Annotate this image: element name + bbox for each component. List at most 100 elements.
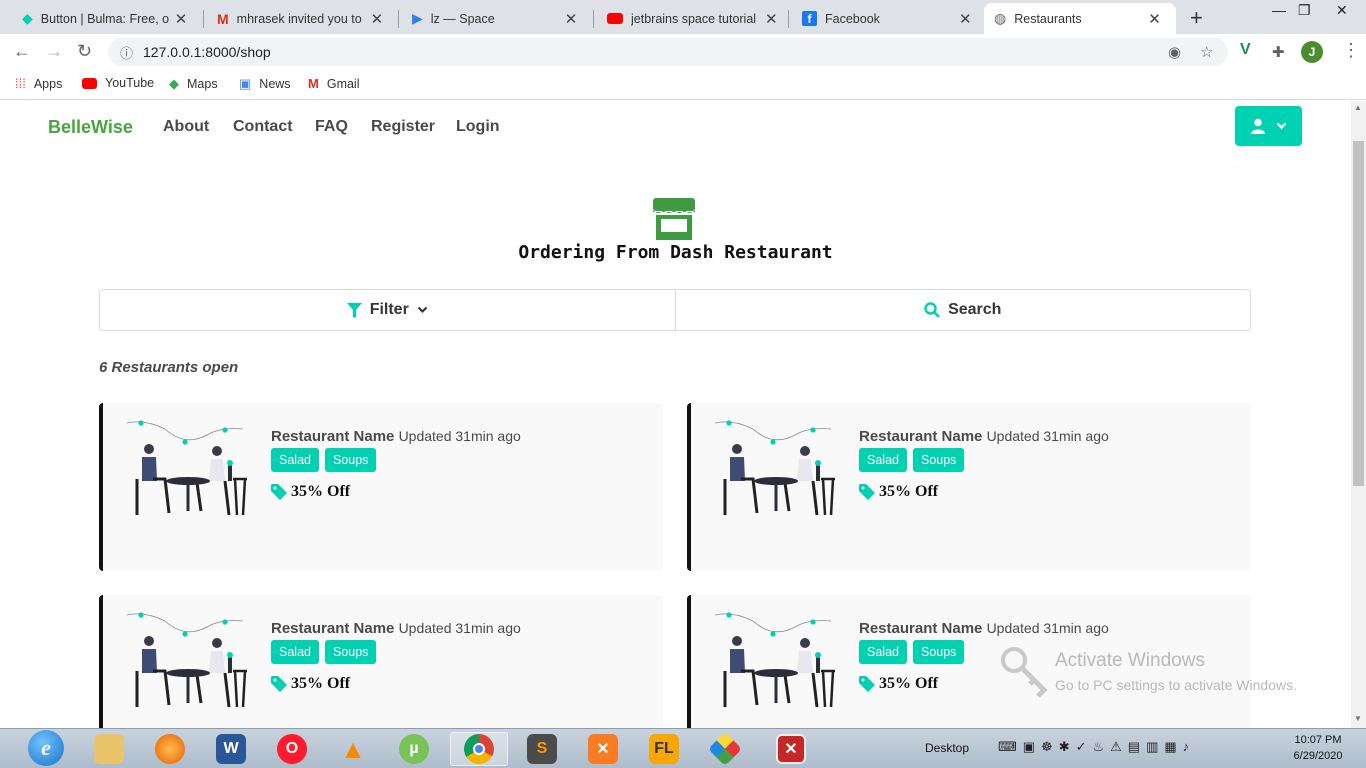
vue-devtools-extension-icon[interactable]: V (1240, 41, 1251, 59)
bookmark-label: Apps (33, 76, 63, 91)
browser-tab-gmail[interactable]: M mhrasek invited you to jo ✕ (207, 3, 393, 34)
news-icon: ▣ (239, 76, 252, 91)
restaurant-card[interactable]: Restaurant Name Updated 31min ago Salad … (99, 403, 663, 571)
close-icon[interactable]: ✕ (565, 10, 578, 28)
close-icon[interactable]: ✕ (175, 10, 188, 28)
scroll-down-arrow-icon[interactable]: ▼ (1354, 714, 1362, 723)
discount-badge: 35% Off (859, 675, 938, 693)
address-bar[interactable]: ⓘ 127.0.0.1:8000/shop (108, 38, 1228, 66)
filter-search-bar: Filter Search (99, 289, 1251, 331)
taskbar-opera[interactable]: O (263, 732, 321, 766)
nav-link-faq[interactable]: FAQ (315, 118, 348, 136)
restaurant-name[interactable]: Restaurant Name (859, 428, 982, 445)
system-tray[interactable]: ⌨▣☸✱✓♨⚠▤▥▦♪ (998, 739, 1195, 755)
page-scrollbar[interactable]: ▲ ▼ (1351, 101, 1366, 728)
clock-date[interactable]: 6/29/2020 (1287, 750, 1349, 762)
user-menu-button[interactable] (1235, 106, 1302, 146)
address-toolbar: ← → ↻ ⓘ 127.0.0.1:8000/shop ◉ ☆ V ✚ J ⋮ (0, 34, 1366, 70)
nav-link-register[interactable]: Register (371, 118, 435, 136)
maps-icon: ◆ (169, 76, 179, 91)
browser-tab-space[interactable]: ▶ lz — Space ✕ (402, 3, 587, 34)
desktop-toolbar-label[interactable]: Desktop (925, 741, 969, 755)
browser-tab-bulma[interactable]: ◆ Button | Bulma: Free, ope ✕ (12, 3, 197, 34)
taskbar-chrome[interactable] (450, 732, 508, 766)
windows-taskbar: e W O ▲ µ S ✕ FL ✕ Desktop ⌨▣☸✱✓♨⚠▤▥▦♪ 1… (0, 728, 1366, 768)
site-info-icon[interactable]: ⓘ (120, 43, 133, 62)
bookmark-youtube[interactable]: YouTube (82, 76, 154, 90)
brand-logo[interactable]: BelleWise (48, 117, 133, 138)
profile-avatar[interactable]: J (1301, 41, 1323, 63)
restaurant-name[interactable]: Restaurant Name (271, 428, 394, 445)
chrome-icon (464, 734, 494, 764)
maximize-button[interactable]: ❐ (1298, 2, 1311, 19)
taskbar-utorrent[interactable]: µ (385, 732, 443, 766)
nav-link-login[interactable]: Login (456, 118, 500, 136)
close-icon[interactable]: ✕ (765, 10, 778, 28)
internet-explorer-icon[interactable]: e (28, 730, 64, 766)
tag-soups[interactable]: Soups (324, 640, 377, 664)
taskbar-fl-studio[interactable]: FL (635, 732, 693, 766)
cuisine-tags: Salad Soups (271, 448, 377, 472)
restaurant-card[interactable]: Restaurant Name Updated 31min ago Salad … (99, 595, 663, 728)
price-tag-icon (859, 676, 875, 692)
menu-kebab-icon[interactable]: ⋮ (1342, 40, 1360, 61)
browser-tab-youtube[interactable]: jetbrains space tutorial - ✕ (597, 3, 788, 34)
restaurant-card[interactable]: Restaurant Name Updated 31min ago Salad … (687, 403, 1251, 571)
bookmark-gmail[interactable]: M Gmail (308, 76, 360, 91)
restaurant-title: Restaurant Name Updated 31min ago (271, 620, 521, 637)
tag-soups[interactable]: Soups (912, 448, 965, 472)
tag-salad[interactable]: Salad (859, 640, 907, 664)
discount-text: 35% Off (879, 483, 939, 500)
taskbar-media-app[interactable]: ✕ (762, 732, 820, 766)
bookmark-label: YouTube (105, 76, 155, 90)
taskbar-vlc[interactable]: ▲ (324, 732, 382, 766)
updated-time: Updated 31min ago (986, 428, 1109, 444)
tag-salad[interactable]: Salad (859, 448, 907, 472)
updated-time: Updated 31min ago (398, 620, 521, 636)
browser-tab-facebook[interactable]: f Facebook ✕ (792, 3, 982, 34)
cuisine-tags: Salad Soups (859, 640, 965, 664)
bookmark-maps[interactable]: ◆ Maps (169, 76, 218, 92)
extensions-puzzle-icon[interactable]: ✚ (1272, 43, 1285, 61)
location-icon[interactable]: ◉ (1168, 43, 1181, 61)
close-icon[interactable]: ✕ (959, 10, 972, 28)
tab-title: Button | Bulma: Free, ope (40, 11, 169, 26)
taskbar-firefox[interactable] (141, 732, 199, 766)
bookmark-news[interactable]: ▣ News (239, 76, 291, 92)
opera-icon: O (277, 734, 307, 764)
bookmark-star-icon[interactable]: ☆ (1200, 43, 1213, 61)
utorrent-icon: µ (399, 734, 429, 764)
apps-grid-icon: ⁞⁞⁞ (15, 76, 26, 91)
browser-tab-restaurants[interactable]: ◍ Restaurants ✕ (984, 3, 1176, 34)
close-icon[interactable]: ✕ (1148, 10, 1161, 28)
clock-time[interactable]: 10:07 PM (1290, 734, 1346, 746)
user-icon (1251, 118, 1265, 134)
nav-link-about[interactable]: About (163, 118, 209, 136)
close-icon[interactable]: ✕ (371, 10, 384, 28)
back-icon[interactable]: ← (13, 41, 31, 62)
tag-soups[interactable]: Soups (324, 448, 377, 472)
nav-link-contact[interactable]: Contact (233, 118, 293, 136)
taskbar-file-explorer[interactable] (80, 732, 138, 766)
filter-button[interactable]: Filter (100, 290, 675, 330)
forward-icon[interactable]: → (45, 41, 63, 62)
taskbar-xampp[interactable]: ✕ (574, 732, 632, 766)
activate-windows-watermark: Activate Windows Go to PC settings to ac… (1000, 646, 1330, 706)
restaurant-name[interactable]: Restaurant Name (271, 620, 394, 637)
dining-couple-illustration (126, 420, 247, 516)
scroll-up-arrow-icon[interactable]: ▲ (1354, 103, 1362, 112)
restaurant-name[interactable]: Restaurant Name (859, 620, 982, 637)
taskbar-git-kraken[interactable] (696, 732, 754, 766)
close-window-button[interactable]: ✕ (1336, 2, 1348, 19)
bookmark-apps[interactable]: ⁞⁞⁞ Apps (15, 76, 62, 91)
minimize-button[interactable]: — (1272, 2, 1286, 18)
tag-soups[interactable]: Soups (912, 640, 965, 664)
search-button[interactable]: Search (674, 290, 1251, 330)
taskbar-word[interactable]: W (202, 732, 260, 766)
scrollbar-thumb[interactable] (1353, 141, 1364, 486)
tag-salad[interactable]: Salad (271, 448, 319, 472)
reload-icon[interactable]: ↻ (77, 41, 92, 62)
taskbar-sublime-text[interactable]: S (513, 732, 571, 766)
new-tab-button[interactable]: + (1190, 5, 1203, 31)
tag-salad[interactable]: Salad (271, 640, 319, 664)
